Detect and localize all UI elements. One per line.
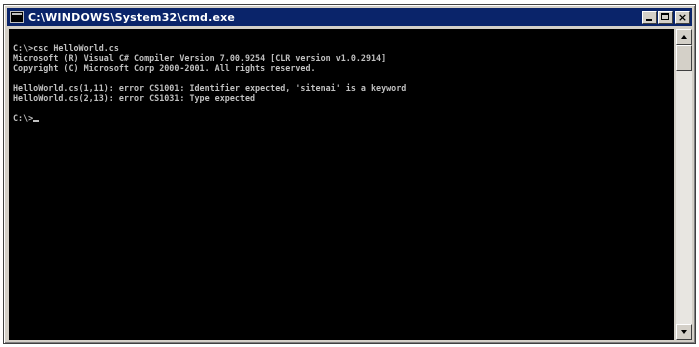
maximize-icon [661, 12, 669, 20]
console-line-error-2: HelloWorld.cs(2,13): error CS1031: Type … [13, 93, 256, 103]
console-window: C:\WINDOWS\System32\cmd.exe × C:\>csc He… [3, 4, 696, 344]
arrow-down-icon [681, 330, 687, 334]
close-icon: × [677, 10, 688, 24]
close-button[interactable]: × [675, 10, 690, 24]
console-text: C:\>csc HelloWorld.cs Microsoft (R) Visua… [9, 29, 674, 123]
minimize-button[interactable] [642, 10, 657, 24]
window-title: C:\WINDOWS\System32\cmd.exe [28, 10, 236, 24]
console-icon[interactable] [10, 11, 24, 23]
window-controls: × [641, 10, 690, 24]
console-line-blank [13, 103, 674, 113]
maximize-button[interactable] [658, 10, 673, 24]
prompt-text: C:\> [13, 113, 34, 123]
title-bar[interactable]: C:\WINDOWS\System32\cmd.exe × [7, 8, 692, 26]
scroll-down-button[interactable] [676, 324, 692, 340]
scroll-up-button[interactable] [676, 29, 692, 45]
console-line-compiler-version: Microsoft (R) Visual C# Compiler Version… [13, 53, 387, 63]
vertical-scrollbar[interactable] [676, 29, 692, 340]
minimize-icon [646, 18, 652, 21]
arrow-up-icon [681, 35, 687, 39]
console-line-blank [13, 73, 674, 83]
console-line-prompt: C:\> [13, 113, 674, 123]
console-output[interactable]: C:\>csc HelloWorld.cs Microsoft (R) Visua… [9, 29, 674, 340]
console-line-copyright: Copyright (C) Microsoft Corp 2000-2001. … [13, 63, 316, 73]
console-line-command: C:\>csc HelloWorld.cs [13, 43, 119, 53]
text-cursor [33, 120, 40, 122]
scrollbar-thumb[interactable] [676, 45, 692, 71]
console-line-error-1: HelloWorld.cs(1,11): error CS1001: Ident… [13, 83, 407, 93]
